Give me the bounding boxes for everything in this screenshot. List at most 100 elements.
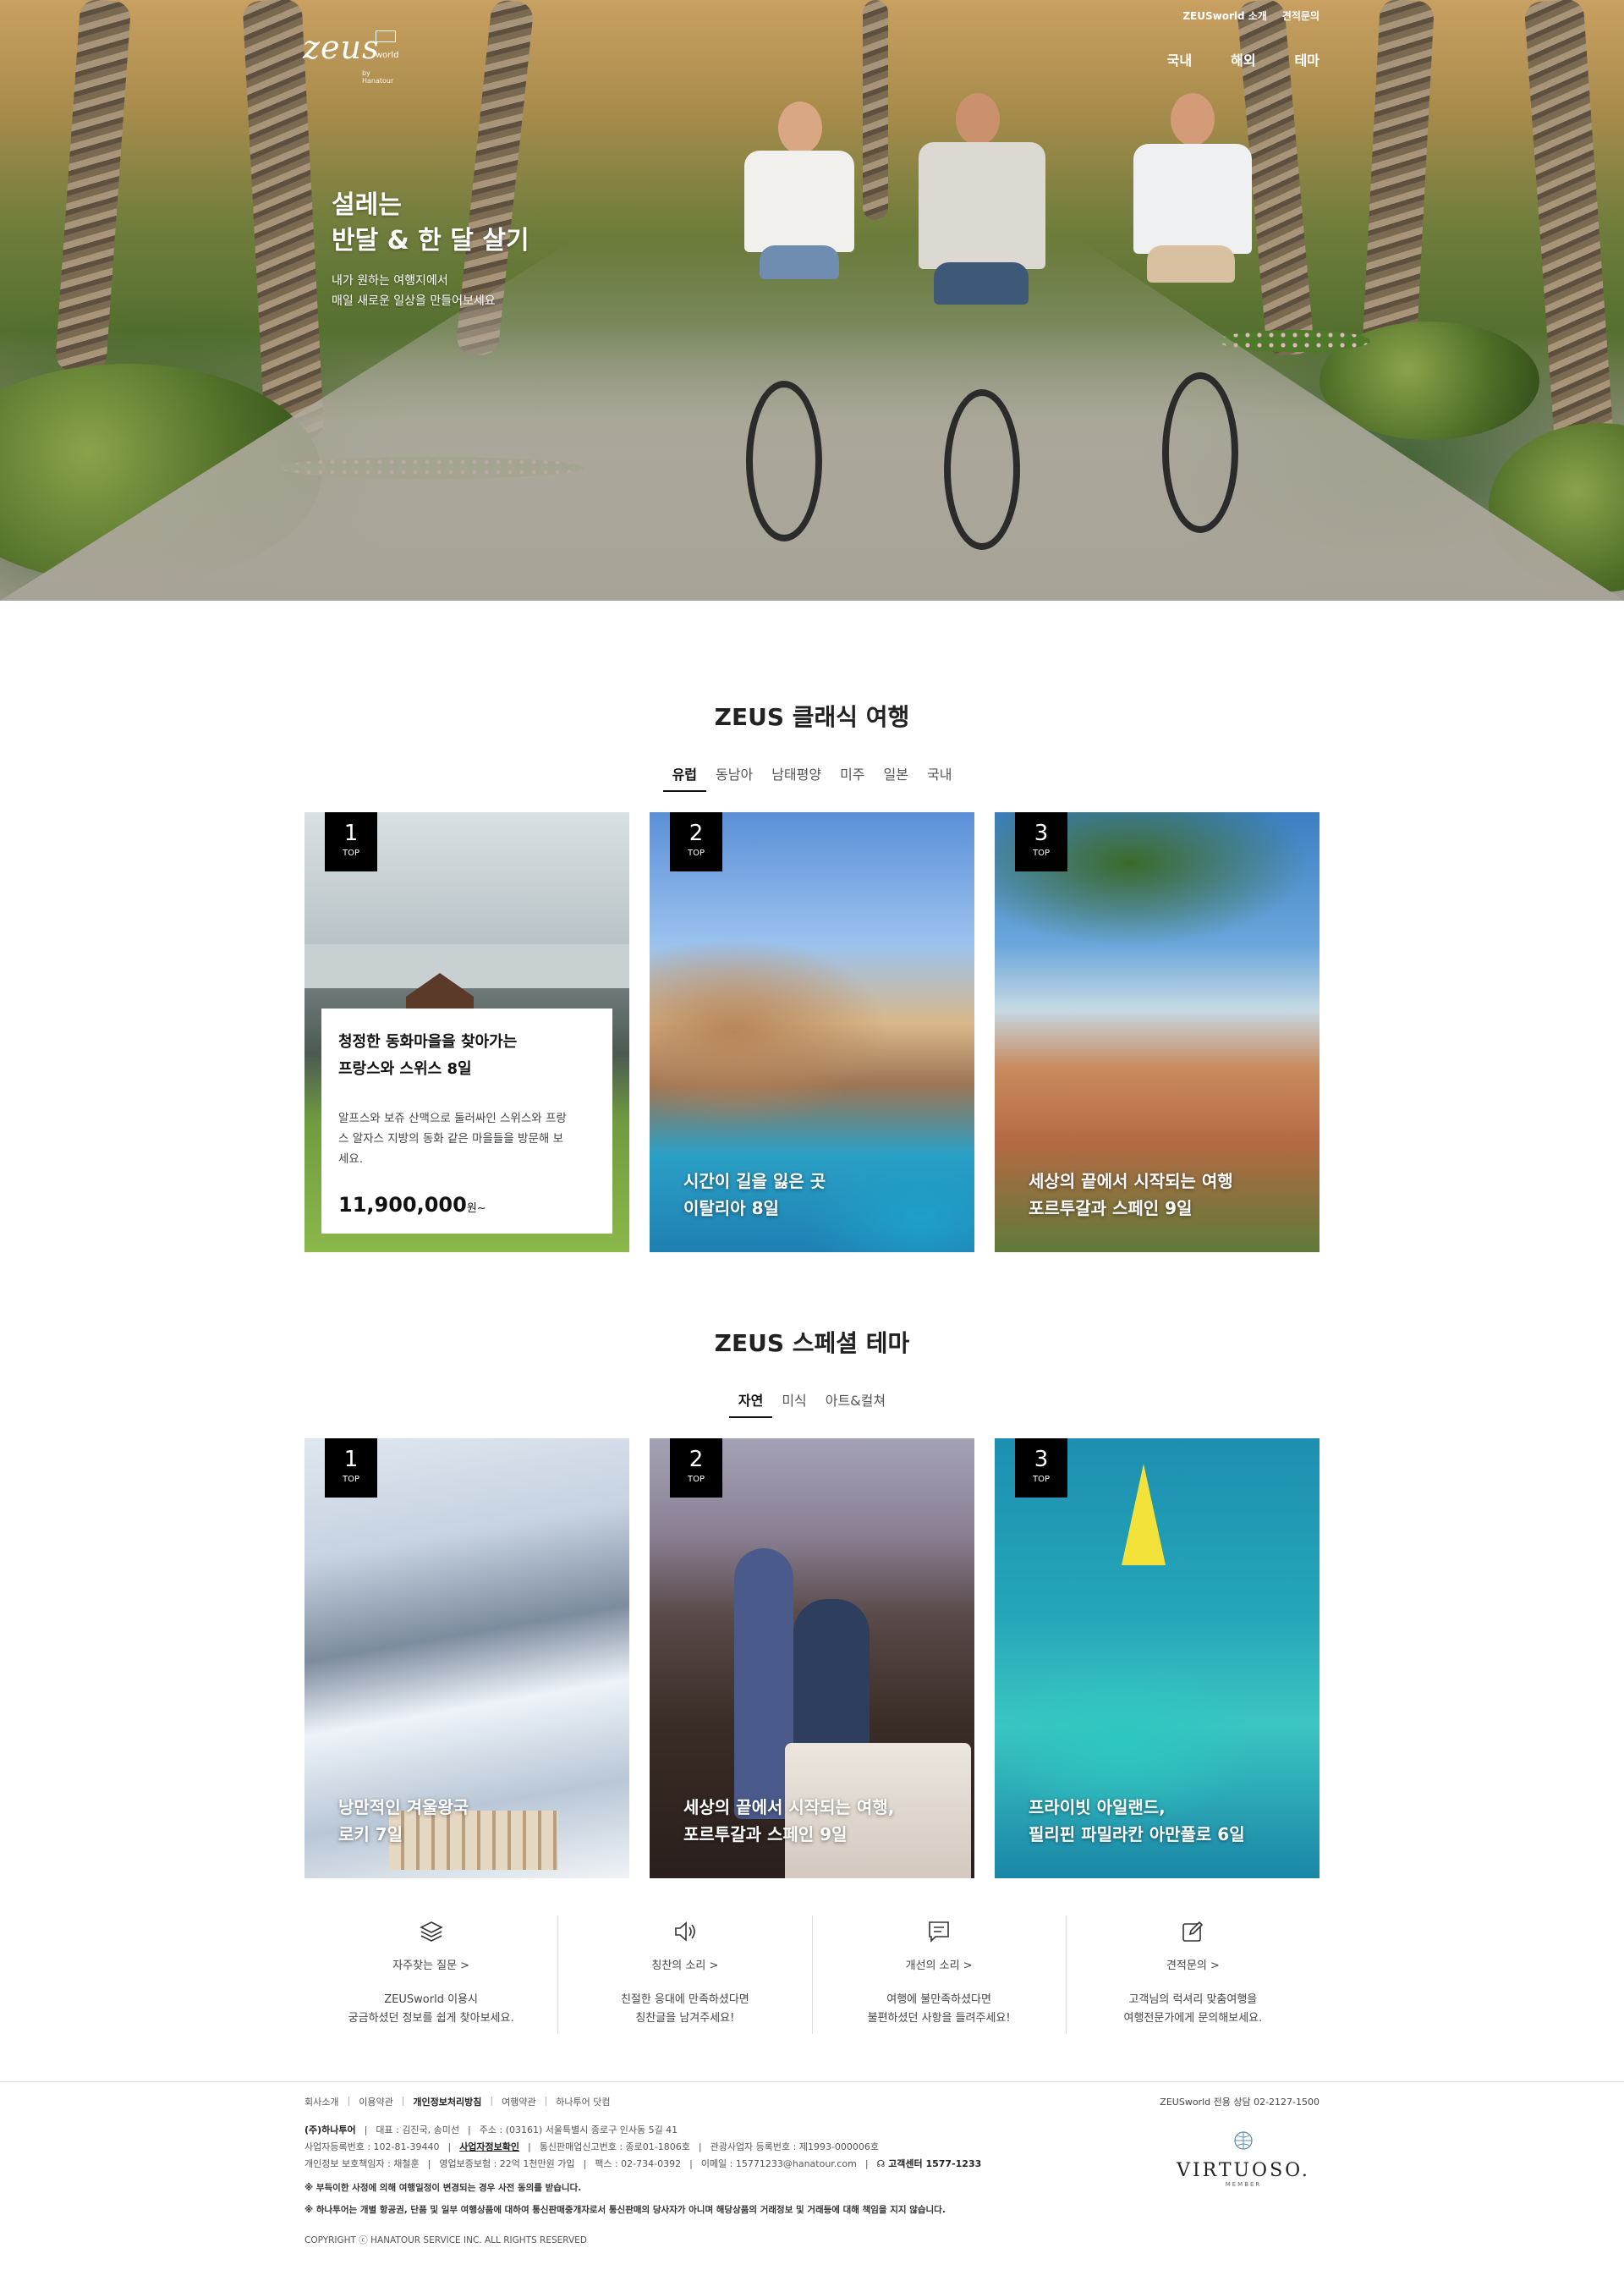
card-price: 11,900,000원~ [338, 1193, 595, 1217]
price-value: 11,900,000 [338, 1193, 467, 1217]
service-links: 자주찾는 질문 > ZEUSworld 이용시 궁금하셨던 정보를 쉽게 찾아보… [304, 1915, 1320, 2034]
quote-link[interactable]: 견적문의 > [1067, 1956, 1320, 1972]
card-overlay-title: 낭만적인 겨울왕국 로키 7일 [338, 1794, 469, 1848]
faq-link[interactable]: 자주찾는 질문 > [304, 1956, 557, 1972]
hero-desc-line: 내가 원하는 여행지에서 [332, 274, 448, 288]
tab-south-pacific[interactable]: 남태평양 [762, 760, 831, 792]
card-desc-line: 세요. [338, 1152, 364, 1166]
tab-japan[interactable]: 일본 [875, 760, 918, 792]
rank-number: 2 [689, 821, 704, 846]
address: 주소 : (03161) 서울특별시 종로구 인사동 5길 41 [479, 2124, 678, 2135]
classic-card-2[interactable]: 2 TOP 시간이 길을 잃은 곳 이탈리아 8일 [650, 812, 974, 1252]
special-tabs: 자연 미식 아트&컬쳐 [0, 1386, 1624, 1418]
rank-number: 3 [1034, 1447, 1049, 1472]
privacy-officer: 개인정보 보호책임자 : 채철훈 [304, 2158, 420, 2169]
card-title: 포르투갈과 스페인 9일 [1029, 1198, 1193, 1218]
footer-link-privacy[interactable]: 개인정보처리방침 [413, 2095, 481, 2108]
nav-about[interactable]: ZEUSworld 소개 [1182, 8, 1267, 23]
card-title: 청정한 동화마을을 찾아가는 [338, 1033, 518, 1051]
ecommerce-number: 통신판매업신고번호 : 종로01-1806호 [539, 2141, 690, 2152]
service-improve: 개선의 소리 > 여행에 불만족하셨다면 불편하셨던 사항을 들려주세요! [811, 1915, 1066, 2034]
insurance: 영업보증보험 : 22억 1천만원 가입 [439, 2158, 575, 2169]
classic-card-3[interactable]: 3 TOP 세상의 끝에서 시작되는 여행 포르투갈과 스페인 9일 [995, 812, 1320, 1252]
classic-card-1[interactable]: 1 TOP 청정한 동화마을을 찾아가는 프랑스와 스위스 8일 알프스와 보쥬… [304, 812, 629, 1252]
biz-info-link[interactable]: 사업자정보확인 [459, 2141, 519, 2154]
palm-trunk [863, 0, 888, 220]
service-desc-line: 여행에 불만족하셨다면 [886, 1993, 991, 2006]
headset-icon: ☊ [876, 2158, 886, 2169]
card-detail-box: 청정한 동화마을을 찾아가는 프랑스와 스위스 8일 알프스와 보쥬 산맥으로 … [321, 1009, 612, 1234]
separator: | [544, 2095, 548, 2106]
rank-number: 2 [689, 1447, 704, 1472]
service-desc: 고객님의 럭셔리 맞춤여행을 여행전문가에게 문의해보세요. [1067, 1991, 1320, 2028]
nav-theme[interactable]: 테마 [1295, 49, 1320, 69]
separator: | [583, 2158, 587, 2169]
praise-link[interactable]: 칭찬의 소리 > [558, 1956, 811, 1972]
card-title: 시간이 길을 잃은 곳 [683, 1171, 826, 1191]
service-desc-line: 여행전문가에게 문의해보세요. [1123, 2012, 1263, 2025]
special-section-title: ZEUS 스페셜 테마 [714, 1329, 910, 1357]
card-title: 프랑스와 스위스 8일 [338, 1060, 472, 1078]
virtuoso-word: VIRTUOSO. [1177, 2160, 1310, 2181]
service-desc-line: 불편하셨던 사항을 들려주세요! [867, 2012, 1011, 2025]
nav-domestic[interactable]: 국내 [1167, 49, 1192, 69]
tab-gourmet[interactable]: 미식 [772, 1386, 815, 1418]
hero-desc: 내가 원하는 여행지에서 매일 새로운 일상을 만들어보세요 [332, 271, 529, 311]
virtuoso-member: MEMBER [1225, 2181, 1262, 2188]
special-card-2[interactable]: 2 TOP 세상의 끝에서 시작되는 여행, 포르투갈과 스페인 9일 [650, 1438, 974, 1878]
card-overlay-title: 세상의 끝에서 시작되는 여행 포르투갈과 스페인 9일 [1029, 1168, 1233, 1222]
edit-icon [1182, 1921, 1204, 1942]
card-desc-line: 알프스와 보쥬 산맥으로 둘러싸인 스위스와 프랑 [338, 1112, 567, 1125]
footer-divider [0, 2081, 1624, 2082]
customer-center[interactable]: ☊ 고객센터 1577-1233 [877, 2157, 982, 2171]
footer-link-company[interactable]: 회사소개 [304, 2095, 338, 2108]
card-title: 이탈리아 8일 [683, 1198, 779, 1218]
rank-badge: 3 TOP [1015, 812, 1067, 871]
service-desc-line: 고객님의 럭셔리 맞춤여행을 [1128, 1993, 1258, 2006]
special-card-1[interactable]: 1 TOP 낭만적인 겨울왕국 로키 7일 [304, 1438, 629, 1878]
rank-label: TOP [687, 1475, 705, 1484]
message-icon [929, 1921, 949, 1943]
customer-center-label: 고객센터 1577-1233 [888, 2158, 982, 2169]
separator: | [689, 2158, 693, 2169]
card-overlay-title: 시간이 길을 잃은 곳 이탈리아 8일 [683, 1168, 826, 1222]
zeusworld-logo[interactable]: zeus world by Hanatour [303, 29, 399, 85]
tab-americas[interactable]: 미주 [831, 760, 874, 792]
hero-copy: 설레는 반달 & 한 달 살기 내가 원하는 여행지에서 매일 새로운 일상을 … [332, 188, 529, 311]
classic-tabs: 유럽 동남아 남태평양 미주 일본 국내 [0, 760, 1624, 792]
footer-link-hanatour[interactable]: 하나투어 닷컴 [556, 2095, 610, 2108]
virtuoso-globe-icon [1234, 2131, 1253, 2150]
card-title: 필리핀 파밀라칸 아만풀로 6일 [1029, 1824, 1245, 1844]
notice-line: ※ 하나투어는 개별 항공권, 단품 및 일부 여행상품에 대하여 통신판매중개… [304, 2205, 946, 2215]
special-card-3[interactable]: 3 TOP 프라이빗 아일랜드, 필리핀 파밀라칸 아만풀로 6일 [995, 1438, 1320, 1878]
separator: | [528, 2141, 531, 2152]
rank-label: TOP [342, 849, 359, 858]
tab-art-culture[interactable]: 아트&컬쳐 [816, 1386, 895, 1418]
service-desc: 친절한 응대에 만족하셨다면 칭찬글을 남겨주세요! [558, 1991, 811, 2028]
footer-link-terms[interactable]: 이용약관 [359, 2095, 392, 2108]
palm-trunk [54, 0, 132, 374]
improve-link[interactable]: 개선의 소리 > [813, 1956, 1066, 1972]
tab-domestic[interactable]: 국내 [918, 760, 961, 792]
hero-banner[interactable]: zeus world by Hanatour ZEUSworld 소개 견적문의… [0, 0, 1624, 601]
rank-badge: 1 TOP [325, 812, 377, 871]
ceo: 대표 : 김진국, 송미선 [376, 2124, 460, 2135]
tab-southeast-asia[interactable]: 동남아 [706, 760, 762, 792]
rank-badge: 3 TOP [1015, 1438, 1067, 1498]
footer-link-travel-terms[interactable]: 여행약관 [502, 2095, 535, 2108]
consult-phone: ZEUSworld 전용 상담 02-2127-1500 [1160, 2097, 1320, 2108]
separator: | [427, 2158, 431, 2169]
card-overlay-title: 프라이빗 아일랜드, 필리핀 파밀라칸 아만풀로 6일 [1029, 1794, 1245, 1848]
separator: | [447, 2141, 452, 2152]
card-overlay-title: 세상의 끝에서 시작되는 여행, 포르투갈과 스페인 9일 [683, 1794, 894, 1848]
main-nav: 국내 해외 테마 [1167, 49, 1320, 69]
separator: | [468, 2124, 471, 2135]
nav-quote[interactable]: 견적문의 [1282, 8, 1320, 23]
rank-number: 3 [1034, 821, 1049, 846]
nav-overseas[interactable]: 해외 [1231, 49, 1255, 69]
tab-nature[interactable]: 자연 [728, 1386, 773, 1418]
rank-badge: 2 TOP [670, 812, 722, 871]
company-name: (주)하나투어 [304, 2124, 356, 2135]
tab-europe[interactable]: 유럽 [662, 760, 707, 792]
palm-trunk [242, 0, 325, 442]
